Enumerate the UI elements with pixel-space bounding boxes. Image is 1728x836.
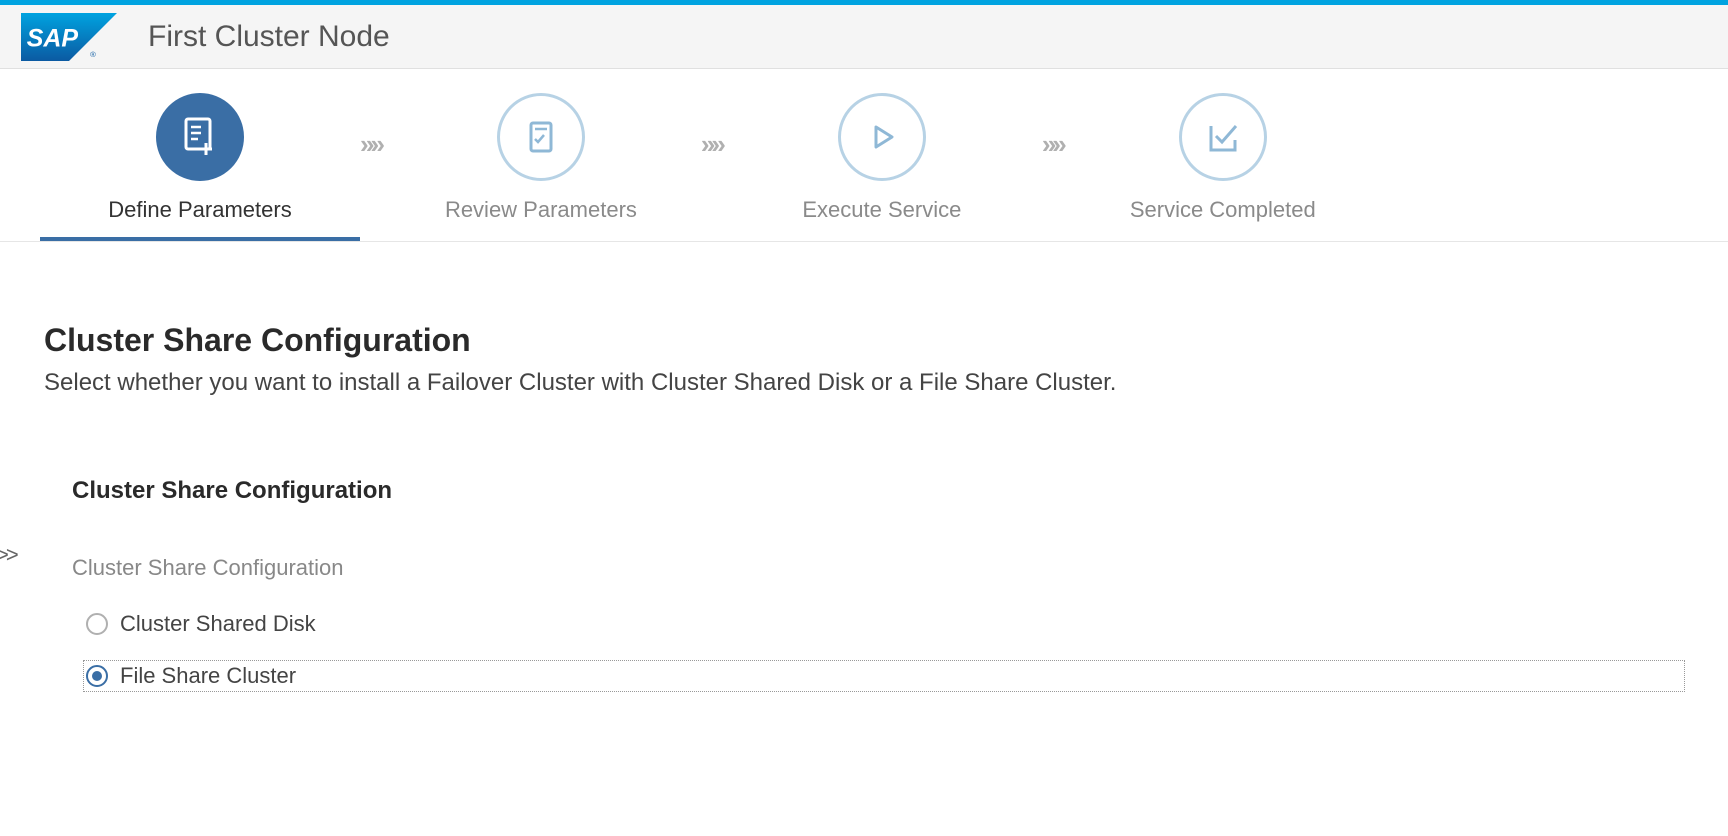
- play-icon: [838, 93, 926, 181]
- subsection-title: Cluster Share Configuration: [72, 477, 1684, 505]
- radio-label: File Share Cluster: [120, 663, 296, 689]
- expand-panel-icon[interactable]: >>: [0, 542, 16, 568]
- svg-text:®: ®: [90, 50, 96, 59]
- wizard-step-execute-service[interactable]: Execute Service: [722, 93, 1042, 237]
- chevron-right-icon: »»: [360, 129, 381, 160]
- document-check-icon: [497, 93, 585, 181]
- document-plus-icon: [156, 93, 244, 181]
- radio-label: Cluster Shared Disk: [120, 611, 316, 637]
- cluster-share-radio-group: Cluster Shared Disk File Share Cluster: [84, 609, 1684, 691]
- wizard-step-define-parameters[interactable]: Define Parameters: [40, 93, 360, 241]
- section-title: Cluster Share Configuration: [44, 322, 1684, 359]
- wizard-progress: Define Parameters »» Review Parameters »…: [0, 69, 1728, 242]
- section-description: Select whether you want to install a Fai…: [44, 369, 1684, 397]
- radio-file-share-cluster[interactable]: File Share Cluster: [84, 661, 1684, 691]
- wizard-step-label: Review Parameters: [445, 197, 637, 223]
- radio-icon: [86, 665, 108, 687]
- checkbox-icon: [1179, 93, 1267, 181]
- wizard-step-label: Execute Service: [802, 197, 961, 223]
- content-area: Cluster Share Configuration Select wheth…: [0, 242, 1728, 731]
- cluster-share-config-section: Cluster Share Configuration Cluster Shar…: [72, 477, 1684, 691]
- wizard-step-service-completed[interactable]: Service Completed: [1063, 93, 1383, 237]
- header-bar: SAP ® First Cluster Node: [0, 5, 1728, 69]
- chevron-right-icon: »»: [1042, 129, 1063, 160]
- page-title: First Cluster Node: [148, 20, 390, 54]
- wizard-step-label: Service Completed: [1130, 197, 1316, 223]
- field-label: Cluster Share Configuration: [72, 555, 1684, 581]
- sap-logo: SAP ®: [20, 13, 118, 61]
- radio-cluster-shared-disk[interactable]: Cluster Shared Disk: [84, 609, 1684, 639]
- wizard-step-label: Define Parameters: [108, 197, 291, 223]
- svg-text:SAP: SAP: [27, 24, 79, 52]
- wizard-step-review-parameters[interactable]: Review Parameters: [381, 93, 701, 237]
- chevron-right-icon: »»: [701, 129, 722, 160]
- radio-icon: [86, 613, 108, 635]
